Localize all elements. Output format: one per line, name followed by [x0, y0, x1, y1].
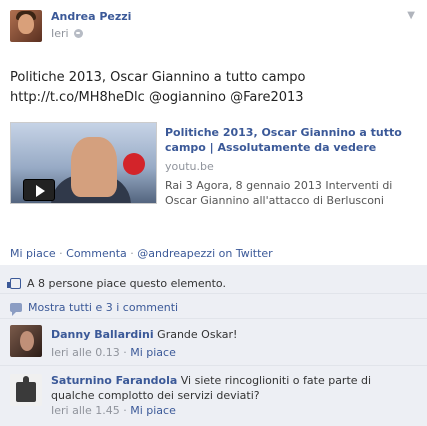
chevron-down-icon[interactable]: ▼ [407, 10, 415, 21]
likes-summary: A 8 persone piace questo elemento. [7, 277, 226, 290]
post-text: Politiche 2013, Oscar Giannino a tutto c… [10, 68, 306, 108]
link-domain: youtu.be [165, 160, 214, 173]
comment-icon [10, 303, 22, 316]
comment-body: Saturnino Farandola Vi siete rincoglioni… [51, 373, 371, 403]
avatar[interactable] [10, 374, 42, 406]
divider [0, 293, 427, 294]
link-description: Rai 3 Agora, 8 gennaio 2013 Interventi d… [165, 179, 393, 207]
comment-author[interactable]: Saturnino Farandola [51, 374, 177, 387]
divider [0, 365, 427, 366]
divider [0, 318, 427, 319]
view-all-comments-text[interactable]: Mostra tutti e 3 i commenti [28, 301, 178, 314]
comment-like-link[interactable]: Mi piace [130, 404, 176, 417]
view-all-comments[interactable]: Mostra tutti e 3 i commenti [10, 301, 178, 316]
avatar[interactable] [10, 325, 42, 357]
link-title[interactable]: Politiche 2013, Oscar Giannino a tutto c… [165, 125, 415, 155]
comment-time[interactable]: Ieri alle 1.45 [51, 404, 120, 417]
comment-like-link[interactable]: Mi piace [130, 346, 176, 359]
comment-link[interactable]: Commenta [66, 247, 127, 260]
video-thumbnail[interactable] [10, 122, 157, 204]
author-avatar[interactable] [10, 10, 42, 42]
post-actions: Mi piace · Commenta · @andreapezzi on Tw… [10, 247, 273, 260]
comment-meta: Ieri alle 1.45 · Mi piace [51, 404, 176, 417]
comment-time[interactable]: Ieri alle 0.13 [51, 346, 120, 359]
comment-text: Vi siete rincoglioniti o fate parte di [177, 374, 372, 387]
post-text-line1: Politiche 2013, Oscar Giannino a tutto c… [10, 70, 306, 85]
via-twitter-link[interactable]: @andreapezzi on Twitter [137, 247, 272, 260]
post-time[interactable]: Ieri [51, 27, 69, 40]
play-icon[interactable] [23, 179, 55, 201]
comment-author[interactable]: Danny Ballardini [51, 328, 154, 341]
globe-icon [73, 29, 83, 38]
comment-meta: Ieri alle 0.13 · Mi piace [51, 346, 176, 359]
comment-text-line2: qualche complotto dei servizi deviati? [51, 389, 260, 402]
post-timestamp: Ieri [51, 27, 83, 40]
thumbs-up-icon [7, 278, 21, 289]
like-link[interactable]: Mi piace [10, 247, 56, 260]
author-name[interactable]: Andrea Pezzi [51, 10, 131, 23]
comment-text: Grande Oskar! [153, 328, 238, 341]
likes-text[interactable]: A 8 persone piace questo elemento. [27, 277, 226, 290]
comment-body: Danny Ballardini Grande Oskar! [51, 327, 237, 342]
post-text-line2[interactable]: http://t.co/MH8heDlc @ogiannino @Fare201… [10, 88, 306, 108]
